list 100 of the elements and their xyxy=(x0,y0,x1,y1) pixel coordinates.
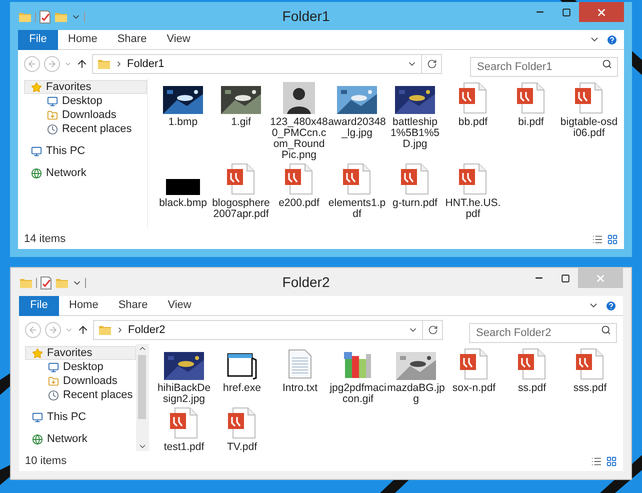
nav-item[interactable]: Downloads xyxy=(24,108,147,122)
refresh-icon[interactable] xyxy=(428,325,438,335)
forward-arrow-icon xyxy=(47,59,57,69)
search-icon xyxy=(602,59,612,69)
globe-icon xyxy=(31,168,42,178)
search-field[interactable]: Search Folder2 xyxy=(469,323,617,343)
folder-icon xyxy=(98,323,112,337)
folder-icon xyxy=(54,10,68,24)
folder-icon xyxy=(97,57,111,71)
nav-item[interactable]: This PC xyxy=(25,410,136,424)
ribbon-tab[interactable]: Home xyxy=(59,296,108,316)
file-name[interactable]: test1.pdf xyxy=(155,442,213,453)
file-tab[interactable]: File xyxy=(19,296,59,316)
window-title: Folder2 xyxy=(282,272,330,292)
file-tab[interactable]: File xyxy=(18,30,58,50)
pdf-file-icon xyxy=(459,348,489,380)
computer-icon xyxy=(32,412,43,422)
text-file-icon xyxy=(287,348,313,380)
nav-item[interactable]: Favorites xyxy=(25,346,136,360)
file-name[interactable]: black.bmp xyxy=(154,198,212,209)
address-field[interactable]: Folder1 xyxy=(92,54,442,74)
maximize-icon xyxy=(562,8,570,16)
file-name[interactable]: TV.pdf xyxy=(213,442,271,453)
download-folder-icon xyxy=(48,376,59,386)
file-name[interactable]: 1.bmp xyxy=(154,117,212,128)
file-name[interactable]: bb.pdf xyxy=(444,117,502,128)
file-name[interactable]: hihiBackDesign2.jpg xyxy=(155,383,213,405)
file-name[interactable]: HNT.he.US.pdf xyxy=(444,198,502,220)
clock-icon xyxy=(48,390,59,400)
file-name[interactable]: Intro.txt xyxy=(271,383,329,394)
details-view-icon[interactable] xyxy=(592,234,603,244)
ribbon-tab[interactable]: Share xyxy=(108,296,158,316)
properties-icon[interactable] xyxy=(40,276,52,290)
scroll-up-icon[interactable] xyxy=(138,344,146,353)
large-icons-view-icon[interactable] xyxy=(607,234,618,244)
ribbon-tab[interactable]: View xyxy=(156,30,200,50)
up-arrow-icon[interactable] xyxy=(76,58,88,70)
pdf-file-icon xyxy=(575,348,605,380)
file-name[interactable]: award20348_lg.jpg xyxy=(328,117,386,139)
folder-icon xyxy=(18,10,32,24)
star-icon xyxy=(32,348,43,358)
nav-item[interactable]: Network xyxy=(25,432,136,446)
ribbon-tab[interactable]: View xyxy=(158,296,202,316)
status-text: 14 items xyxy=(24,232,66,247)
file-name[interactable]: blogosphere2007apr.pdf xyxy=(212,198,270,220)
refresh-icon[interactable] xyxy=(426,59,436,69)
nav-item[interactable]: Favorites xyxy=(24,80,147,94)
file-name[interactable]: bigtable-osdi06.pdf xyxy=(560,117,618,139)
pdf-file-icon xyxy=(342,163,372,195)
scrollbar[interactable] xyxy=(136,344,148,451)
nav-item[interactable]: Recent places xyxy=(24,122,147,136)
monitor-icon xyxy=(47,96,58,106)
scroll-thumb[interactable] xyxy=(138,355,146,419)
details-view-icon[interactable] xyxy=(591,456,602,466)
nav-item[interactable]: Desktop xyxy=(25,360,136,374)
folder-icon xyxy=(19,276,33,290)
computer-icon xyxy=(31,146,42,156)
file-name[interactable]: href.exe xyxy=(213,383,271,394)
file-name[interactable]: 1.gif xyxy=(212,117,270,128)
file-name[interactable]: g-turn.pdf xyxy=(386,198,444,209)
file-name[interactable]: mazdaBG.jpg xyxy=(387,383,445,405)
monitor-icon xyxy=(48,362,59,372)
help-icon[interactable] xyxy=(605,300,617,312)
pdf-file-icon xyxy=(284,163,314,195)
folder-icon xyxy=(55,276,69,290)
nav-item[interactable]: This PC xyxy=(24,144,147,158)
window-title: Folder1 xyxy=(282,6,330,26)
file-name[interactable]: elements1.pdf xyxy=(328,198,386,220)
file-name[interactable]: sss.pdf xyxy=(561,383,619,394)
large-icons-view-icon[interactable] xyxy=(606,456,617,466)
file-name[interactable]: 123_480x480_PMCcn.com_RoundPic.png xyxy=(270,117,328,161)
ribbon-tab[interactable]: Home xyxy=(58,30,108,50)
file-name[interactable]: bi.pdf xyxy=(502,117,560,128)
search-field[interactable]: Search Folder1 xyxy=(470,57,618,77)
up-arrow-icon[interactable] xyxy=(77,324,89,336)
properties-icon[interactable] xyxy=(39,10,51,24)
pdf-file-icon xyxy=(169,407,199,439)
file-name[interactable]: battleship1%5B1%5D.jpg xyxy=(386,117,444,150)
globe-icon xyxy=(32,434,43,444)
file-name[interactable]: ss.pdf xyxy=(503,383,561,394)
address-field[interactable]: Folder2 xyxy=(93,320,443,340)
file-name[interactable]: jpg2pdfmacicon.gif xyxy=(329,383,387,405)
pdf-file-icon xyxy=(517,348,547,380)
help-icon[interactable] xyxy=(606,34,618,46)
scroll-down-icon[interactable] xyxy=(138,442,146,451)
pdf-file-icon xyxy=(458,82,488,114)
forward-arrow-icon xyxy=(48,325,58,335)
books-icon xyxy=(342,350,374,380)
pdf-file-icon xyxy=(516,82,546,114)
pdf-file-icon xyxy=(458,163,488,195)
file-name[interactable]: sox-n.pdf xyxy=(445,383,503,394)
file-name[interactable]: e200.pdf xyxy=(270,198,328,209)
nav-item[interactable]: Downloads xyxy=(25,374,136,388)
pdf-file-icon xyxy=(400,163,430,195)
nav-item[interactable]: Recent places xyxy=(25,388,136,402)
pdf-file-icon xyxy=(226,163,256,195)
nav-item[interactable]: Network xyxy=(24,166,147,180)
nav-item[interactable]: Desktop xyxy=(24,94,147,108)
ribbon-tab[interactable]: Share xyxy=(107,30,157,50)
clock-icon xyxy=(47,124,58,134)
